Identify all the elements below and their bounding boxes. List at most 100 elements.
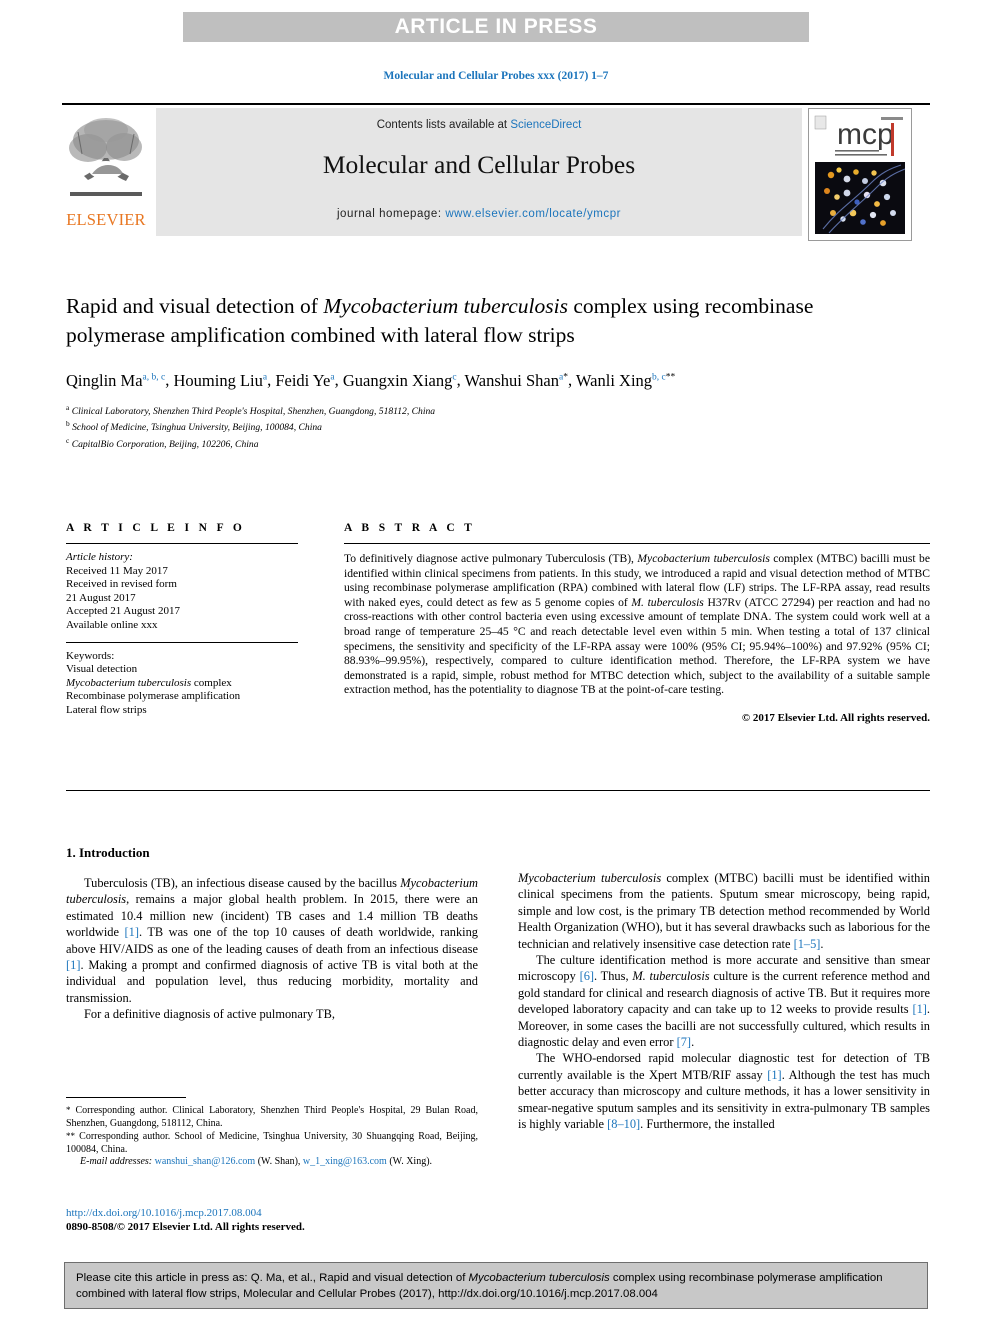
author-item[interactable]: Qinglin Maa, b, c (66, 371, 165, 390)
author-affil-mark[interactable]: a, b, c (143, 372, 166, 382)
footnote-rule (66, 1097, 186, 1098)
doi-link[interactable]: http://dx.doi.org/10.1016/j.mcp.2017.08.… (66, 1207, 478, 1219)
para-italic: M. tuberculosis (632, 969, 710, 984)
title-part-2: complex (567, 294, 648, 318)
abstract-rule (344, 543, 930, 544)
email-owner: (W. Xing). (386, 1156, 433, 1168)
cover-mcp-text: mcp (837, 118, 894, 151)
author-list: Qinglin Maa, b, c, Houming Liua, Feidi Y… (66, 370, 676, 390)
abstract-part-3: H37Rv (ATCC 27294) per reaction and had … (344, 595, 930, 697)
affiliation-item: b School of Medicine, Tsinghua Universit… (66, 418, 866, 435)
citation-ref[interactable]: [1–5] (794, 937, 821, 951)
affiliation-item: a Clinical Laboratory, Shenzhen Third Pe… (66, 402, 866, 419)
journal-homepage-line: journal homepage: www.elsevier.com/locat… (156, 208, 802, 220)
article-info-rule-top (66, 543, 298, 544)
para-text: Tuberculosis (TB), an infectious disease… (84, 876, 401, 890)
footnote-text: Corresponding author. Clinical Laborator… (66, 1105, 478, 1129)
author-item[interactable]: Wanli Xingb, c** (576, 371, 675, 390)
affiliation-text: School of Medicine, Tsinghua University,… (72, 422, 322, 434)
footnotes-section: * Corresponding author. Clinical Laborat… (66, 1097, 478, 1169)
journal-homepage-link[interactable]: www.elsevier.com/locate/ymcpr (445, 208, 621, 220)
journal-running-head: Molecular and Cellular Probes xxx (2017)… (383, 70, 609, 82)
email-link[interactable]: wanshui_shan@126.com (155, 1156, 256, 1167)
abstract-part-1: To definitively diagnose active pulmonar… (344, 552, 638, 565)
author-name: Qinglin Ma (66, 370, 143, 390)
author-name: Houming Liu (173, 370, 263, 390)
article-info-rule-mid (66, 641, 298, 643)
author-affil-mark[interactable]: c (452, 372, 456, 382)
abstract-section: A B S T R A C T To definitively diagnose… (344, 522, 930, 724)
journal-band: Contents lists available at ScienceDirec… (156, 108, 802, 236)
paragraph: The WHO-endorsed rapid molecular diagnos… (518, 1050, 930, 1132)
article-in-press-banner: ARTICLE IN PRESS (183, 12, 809, 42)
keyword-item: Mycobacterium tuberculosis complex (66, 676, 232, 689)
citation-ref[interactable]: [1] (912, 1002, 926, 1016)
article-history-item: 21 August 2017 (66, 591, 136, 604)
elsevier-wordmark: ELSEVIER (66, 210, 146, 229)
citation-ref[interactable]: [1] (767, 1068, 781, 1082)
author-affil-mark[interactable]: a (263, 372, 267, 382)
keyword-italic-organism: Mycobacterium tuberculosis (66, 676, 192, 689)
journal-cover-svg: mcp (809, 109, 911, 240)
email-label: E-mail addresses: (80, 1156, 153, 1168)
contents-available-line: Contents lists available at ScienceDirec… (156, 119, 802, 131)
corresponding-author-mark[interactable]: ** (666, 372, 676, 382)
citation-ref[interactable]: [1] (125, 925, 139, 939)
paragraph: Tuberculosis (TB), an infectious disease… (66, 875, 478, 1006)
author-affil-mark[interactable]: b, c (652, 372, 666, 382)
author-item[interactable]: Feidi Yea (275, 371, 334, 390)
keyword-item: Lateral flow strips (66, 703, 147, 716)
affiliation-text: CapitalBio Corporation, Beijing, 102206,… (71, 439, 259, 451)
para-text: . Making a prompt and confirmed diagnosi… (66, 958, 478, 1005)
para-text: . Thus, (594, 969, 633, 984)
doi-block: http://dx.doi.org/10.1016/j.mcp.2017.08.… (66, 1207, 478, 1233)
affiliation-mark: c (66, 436, 70, 446)
email-owner: (W. Shan), (255, 1156, 303, 1168)
contents-prefix: Contents lists available at (376, 119, 511, 131)
author-item[interactable]: Wanshui Shana* (465, 371, 568, 390)
article-info-heading: A R T I C L E I N F O (66, 522, 246, 534)
para-text: . (820, 936, 824, 951)
abstract-italic-1: Mycobacterium tuberculosis (637, 552, 770, 565)
article-history-item: Received in revised form (66, 578, 177, 591)
journal-cover-thumbnail: mcp (808, 108, 912, 241)
email-link[interactable]: w_1_xing@163.com (303, 1156, 387, 1167)
article-history-item: Available online xxx (66, 618, 158, 631)
title-block: Rapid and visual detection of Mycobacter… (66, 292, 866, 452)
citation-ref[interactable]: [8–10] (607, 1117, 640, 1131)
keywords-block: Keywords: Visual detection Mycobacterium… (66, 650, 298, 718)
citation-part-1: Please cite this article in press as: Q.… (76, 1272, 469, 1284)
citation-ref[interactable]: [7] (677, 1035, 691, 1049)
corresponding-author-mark[interactable]: * (563, 372, 568, 382)
para-text: . Furthermore, the installed (640, 1117, 775, 1132)
citation-ref[interactable]: [6] (580, 969, 594, 983)
elsevier-tree-svg (66, 114, 146, 206)
paragraph: The culture identification method is mor… (518, 952, 930, 1050)
paragraph: Mycobacterium tuberculosis complex (MTBC… (518, 870, 930, 952)
title-part-1: Rapid and visual detection of (66, 294, 324, 318)
abstract-italic-2: M. tuberculosis (631, 595, 704, 609)
author-affil-mark[interactable]: a (330, 372, 334, 382)
author-item[interactable]: Guangxin Xiangc (343, 371, 457, 390)
keyword-item: Recombinase polymerase amplification (66, 690, 241, 703)
homepage-prefix: journal homepage: (336, 208, 446, 220)
author-name: Feidi Ye (275, 370, 331, 390)
abstract-heading: A B S T R A C T (344, 522, 476, 534)
paragraph: For a definitive diagnosis of active pul… (84, 1007, 335, 1022)
citation-footer-text: Please cite this article in press as: Q.… (76, 1270, 916, 1302)
sciencedirect-link[interactable]: ScienceDirect (510, 119, 581, 131)
abstract-text: To definitively diagnose active pulmonar… (344, 552, 930, 698)
footnote-text: Corresponding author. School of Medicine… (66, 1131, 478, 1155)
journal-title: Molecular and Cellular Probes (322, 150, 636, 179)
footnote-mark: ** (66, 1131, 75, 1142)
section-divider-rule (66, 790, 930, 791)
para-text: . (691, 1035, 695, 1050)
article-history-block: Article history: Received 11 May 2017 Re… (66, 551, 298, 633)
footnote-emails: E-mail addresses: wanshui_shan@126.com (… (66, 1156, 478, 1169)
author-name: Guangxin Xiang (342, 370, 453, 390)
title-part-4: flow strips (483, 323, 575, 347)
citation-ref[interactable]: [1] (66, 958, 80, 972)
author-item[interactable]: Houming Liua (173, 371, 267, 390)
body-right-column: Mycobacterium tuberculosis complex (MTBC… (518, 870, 930, 1133)
affiliation-mark: b (66, 419, 70, 429)
